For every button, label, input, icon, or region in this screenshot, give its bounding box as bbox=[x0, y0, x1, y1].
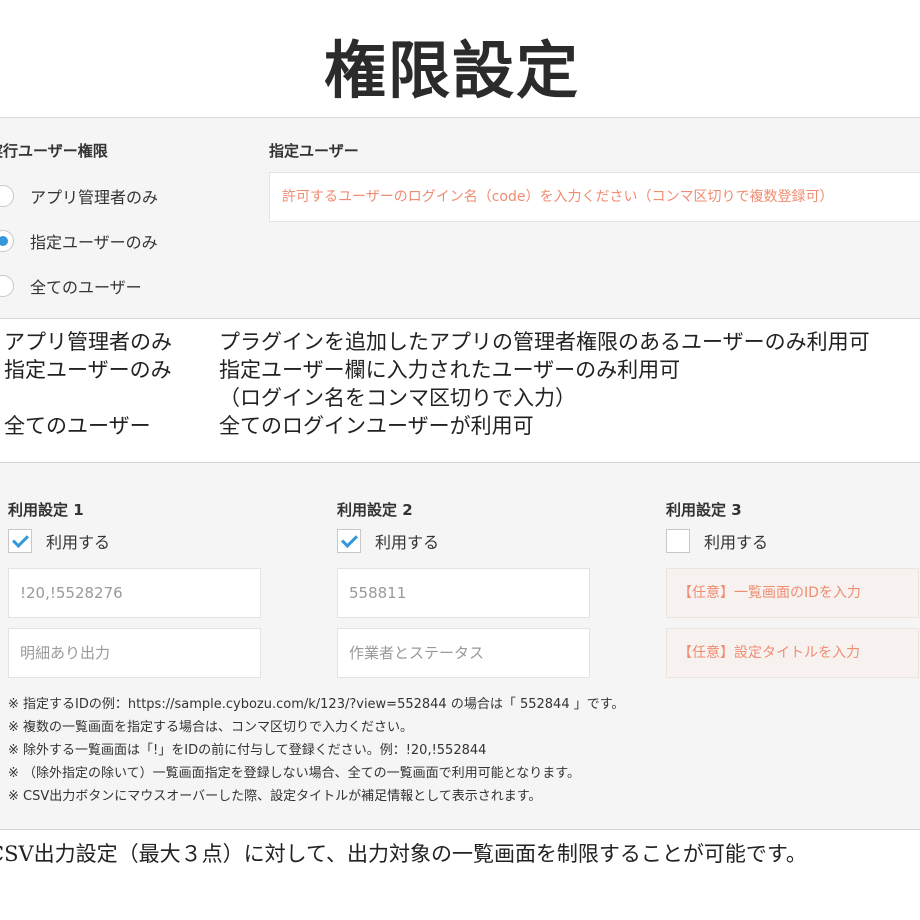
use-checkbox[interactable] bbox=[666, 529, 690, 553]
view-id-input[interactable]: 558811 bbox=[337, 568, 590, 618]
setting-title-input[interactable]: 明細あり出力 bbox=[8, 628, 261, 678]
description-value: 指定ユーザー欄に入力されたユーザーのみ利用可 bbox=[219, 358, 681, 382]
radio-specified[interactable] bbox=[0, 230, 14, 252]
page-title: 権限設定 bbox=[323, 34, 580, 107]
usage-setting-title: 利用設定 3 bbox=[666, 501, 742, 519]
specified-user-label: 指定ユーザー bbox=[269, 142, 359, 160]
description-key: アプリ管理者のみ bbox=[4, 330, 172, 354]
specified-user-input[interactable]: 許可するユーザーのログイン名（code）を入力ください（コンマ区切りで複数登録可… bbox=[269, 172, 920, 222]
use-checkbox[interactable] bbox=[8, 529, 32, 553]
description-row: 全てのユーザー 全てのログインユーザーが利用可 bbox=[4, 410, 920, 438]
use-checkbox-label: 利用する bbox=[704, 533, 769, 552]
use-checkbox-row[interactable]: 利用する bbox=[8, 527, 110, 555]
view-id-input[interactable]: !20,!5528276 bbox=[8, 568, 261, 618]
view-id-input[interactable]: 【任意】一覧画面のIDを入力 bbox=[666, 568, 919, 618]
radio-admin[interactable] bbox=[0, 185, 14, 207]
description-value: 全てのログインユーザーが利用可 bbox=[219, 414, 534, 438]
description-row: （ログイン名をコンマ区切りで入力） bbox=[4, 382, 920, 410]
radio-all[interactable] bbox=[0, 275, 14, 297]
note-line: ※ 複数の一覧画面を指定する場合は、コンマ区切りで入力ください。 bbox=[8, 720, 414, 735]
radio-label-specified: 指定ユーザーのみ bbox=[30, 233, 158, 252]
usage-notes: ※ 指定するIDの例：https://sample.cybozu.com/k/1… bbox=[8, 693, 624, 808]
description-row: 指定ユーザーのみ 指定ユーザー欄に入力されたユーザーのみ利用可 bbox=[4, 354, 920, 382]
description-key: 全てのユーザー bbox=[4, 414, 151, 438]
description-row: アプリ管理者のみ プラグインを追加したアプリの管理者権限のあるユーザーのみ利用可 bbox=[4, 326, 920, 354]
setting-title-input[interactable]: 【任意】設定タイトルを入力 bbox=[666, 628, 919, 678]
use-checkbox-label: 利用する bbox=[46, 533, 111, 552]
usage-settings-panel: 利用設定 1 利用する !20,!5528276 明細あり出力 利用設定 2 利… bbox=[0, 463, 920, 830]
radio-label-all: 全てのユーザー bbox=[30, 278, 142, 297]
note-line: ※ CSV出力ボタンにマウスオーバーした際、設定タイトルが補足情報として表示され… bbox=[8, 789, 542, 804]
usage-setting-title: 利用設定 2 bbox=[337, 501, 413, 519]
note-line: ※ 指定するIDの例：https://sample.cybozu.com/k/1… bbox=[8, 697, 625, 712]
use-checkbox-label: 利用する bbox=[375, 533, 440, 552]
use-checkbox[interactable] bbox=[337, 529, 361, 553]
footer-caption: CSV出力設定（最大３点）に対して、出力対象の一覧画面を制限することが可能です。 bbox=[0, 842, 807, 866]
description-key: 指定ユーザーのみ bbox=[4, 358, 172, 382]
note-line: ※ 除外する一覧画面は「!」をIDの前に付与して登録ください。例：!20,!55… bbox=[8, 743, 487, 758]
description-value: プラグインを追加したアプリの管理者権限のあるユーザーのみ利用可 bbox=[219, 330, 870, 354]
permission-panel: 実行ユーザー権限 アプリ管理者のみ 指定ユーザーのみ 全てのユーザー 指定ユーザ… bbox=[0, 117, 920, 319]
use-checkbox-row[interactable]: 利用する bbox=[666, 527, 768, 555]
note-line: ※ （除外指定の除いて）一覧画面指定を登録しない場合、全ての一覧画面で利用可能と… bbox=[8, 766, 580, 781]
setting-title-input[interactable]: 作業者とステータス bbox=[337, 628, 590, 678]
radio-option-all[interactable]: 全てのユーザー bbox=[0, 272, 142, 300]
description-value: （ログイン名をコンマ区切りで入力） bbox=[219, 386, 576, 410]
radio-option-specified[interactable]: 指定ユーザーのみ bbox=[0, 227, 158, 255]
radio-label-admin: アプリ管理者のみ bbox=[30, 188, 159, 207]
radio-option-admin[interactable]: アプリ管理者のみ bbox=[0, 182, 158, 210]
execution-permission-label: 実行ユーザー権限 bbox=[0, 142, 108, 160]
permission-descriptions: アプリ管理者のみ プラグインを追加したアプリの管理者権限のあるユーザーのみ利用可… bbox=[4, 326, 920, 438]
usage-setting-title: 利用設定 1 bbox=[8, 501, 84, 519]
use-checkbox-row[interactable]: 利用する bbox=[337, 527, 439, 555]
